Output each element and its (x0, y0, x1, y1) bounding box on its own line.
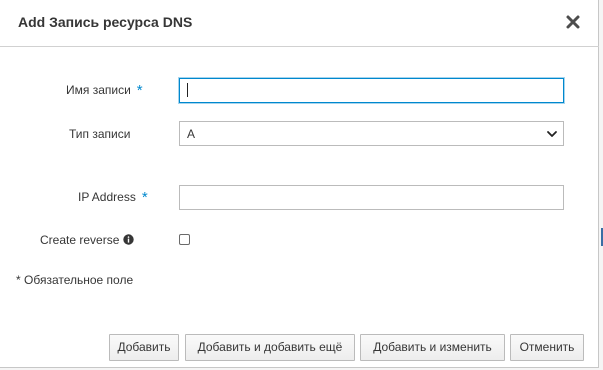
info-circle-icon[interactable] (123, 234, 135, 245)
create-reverse-label-text: Create reverse (40, 233, 120, 247)
chevron-down-icon (547, 131, 557, 137)
required-asterisk: * (136, 82, 143, 99)
close-icon (566, 15, 580, 29)
required-asterisk: * (141, 189, 148, 206)
record-name-input[interactable] (179, 78, 564, 103)
ip-address-input[interactable] (179, 185, 564, 210)
ip-address-label-text: IP Address (78, 190, 136, 204)
dialog-header: Add Запись ресурса DNS (0, 0, 599, 47)
text-caret (187, 83, 188, 97)
add-and-edit-button[interactable]: Добавить и изменить (360, 334, 505, 361)
create-reverse-label: Create reverse (40, 233, 135, 247)
close-button[interactable] (563, 12, 583, 32)
record-type-select[interactable]: A (179, 121, 564, 146)
add-and-add-another-button[interactable]: Добавить и добавить ещё (185, 334, 355, 361)
cancel-button[interactable]: Отменить (510, 334, 584, 361)
record-name-label: Имя записи * (66, 81, 143, 99)
record-name-label-text: Имя записи (66, 83, 131, 97)
add-button[interactable]: Добавить (109, 334, 179, 361)
record-type-selected-value: A (187, 127, 196, 141)
create-reverse-checkbox[interactable] (179, 234, 190, 245)
required-field-note: * Обязательное поле (16, 273, 134, 287)
add-dns-record-dialog: Add Запись ресурса DNS Имя записи * Тип з… (0, 0, 599, 368)
ip-address-label: IP Address * (78, 188, 148, 206)
record-type-label: Тип записи (69, 127, 131, 141)
dialog-title: Add Запись ресурса DNS (18, 14, 193, 30)
